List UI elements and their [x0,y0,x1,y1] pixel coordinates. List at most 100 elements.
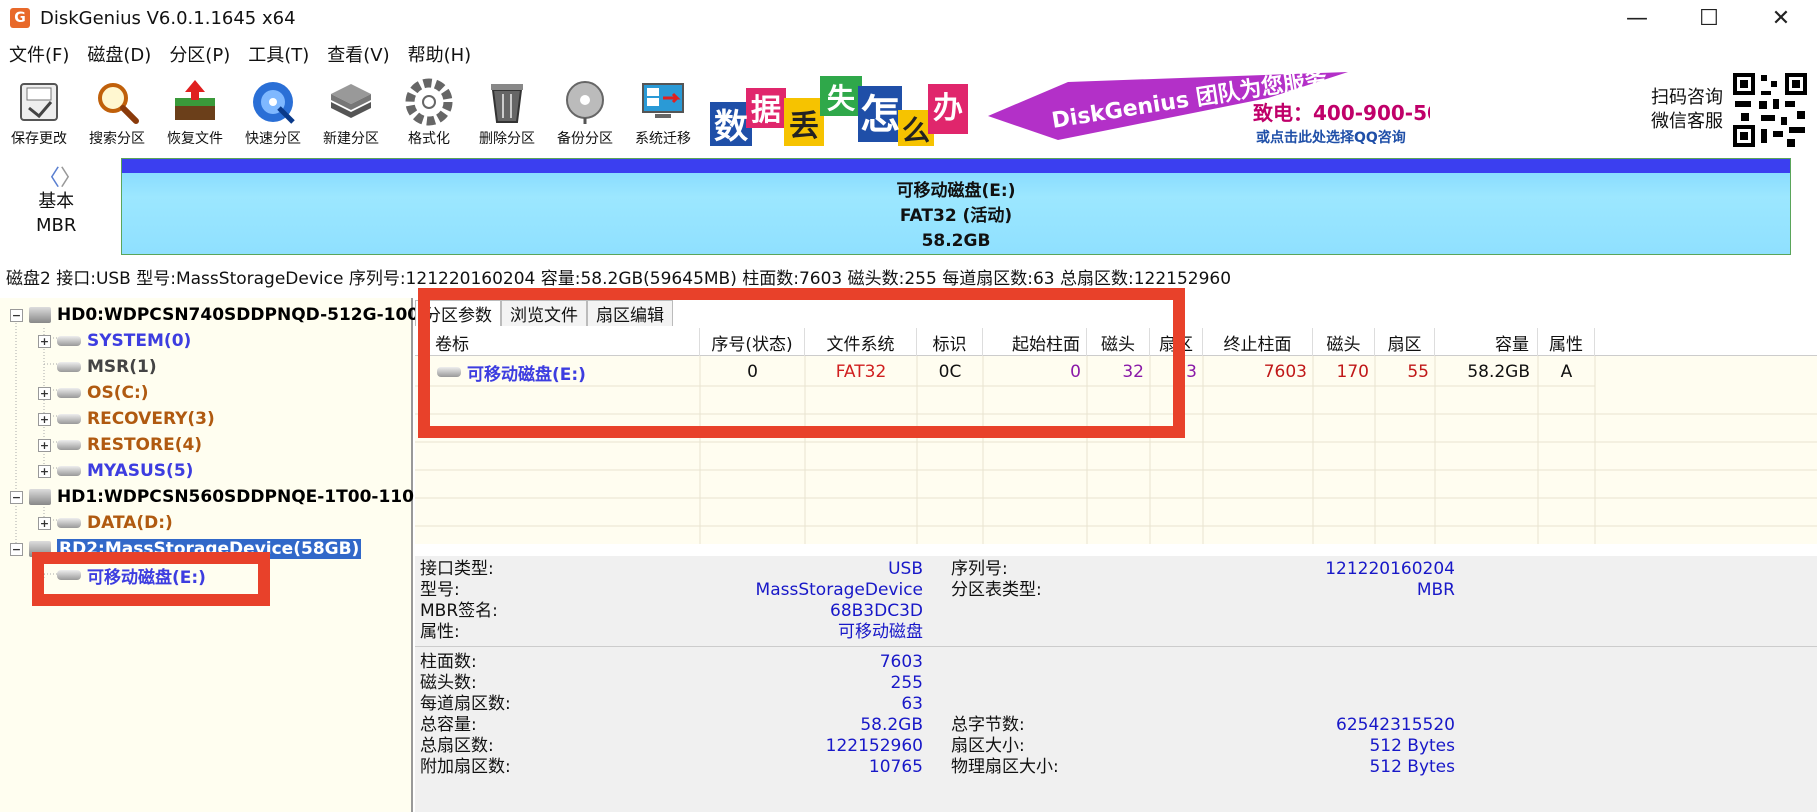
system-migration-button[interactable]: 系统迁移 [624,72,702,150]
partition-icon [57,362,81,372]
menu-view[interactable]: 查看(V) [318,41,398,67]
expand-icon[interactable]: + [38,412,51,426]
detail-label: 磁头数: [420,673,477,693]
hard-disk-icon [29,307,51,323]
col-end-cylinder[interactable]: 终止柱面 [1203,328,1313,356]
search-partition-button[interactable]: 搜索分区 [78,72,156,150]
close-button[interactable]: ✕ [1745,0,1817,36]
expand-icon[interactable]: + [38,438,51,452]
tree-disk-hd1[interactable]: − HD1:WDPCSN560SDDPNQE-1T00-1102 [10,485,426,509]
tree-partition-data[interactable]: + DATA(D:) [38,511,173,535]
detail-label: 总容量: [420,715,477,735]
tree-label: OS(C:) [87,383,149,403]
maximize-button[interactable]: ☐ [1673,0,1745,36]
expand-icon[interactable]: + [38,464,51,478]
minimize-button[interactable]: — [1601,0,1673,36]
qr-consult[interactable]: 扫码咨询 微信客服 [1651,70,1809,150]
menu-partition[interactable]: 分区(P) [160,41,239,67]
tool-label: 备份分区 [557,131,613,147]
ad-qq-link[interactable]: 或点击此处选择QQ咨询 [1256,129,1406,146]
col-end-sector[interactable]: 扇区 [1375,328,1435,356]
expand-icon[interactable]: + [38,386,51,400]
restore-files-button[interactable]: 恢复文件 [156,72,234,150]
highlight-box-tree-item [32,552,270,606]
quick-partition-icon [253,82,295,124]
tool-label: 保存更改 [11,131,67,147]
window-title: DiskGenius V6.0.1.1645 x64 [40,7,296,29]
col-end-head[interactable]: 磁头 [1313,328,1375,356]
detail-value: 122152960 [825,736,923,756]
ad-char: 失 [827,82,856,115]
expand-icon[interactable]: + [38,516,51,530]
quick-partition-button[interactable]: 快速分区 [234,72,312,150]
detail-value: 255 [890,673,923,693]
row-end-sector: 55 [1407,362,1429,382]
new-partition-icon [331,84,371,118]
partition-bar-name: 可移动磁盘(E:) [896,181,1016,201]
hard-disk-icon [29,489,51,505]
detail-label: MBR签名: [420,601,498,621]
partition-icon [57,518,81,528]
detail-label: 每道扇区数: [420,694,511,714]
detail-value: 7603 [879,652,923,672]
tree-partition-os[interactable]: + OS(C:) [38,381,149,405]
collapse-icon[interactable]: − [10,542,23,556]
col-attributes[interactable]: 属性 [1538,328,1595,356]
partition-bar[interactable]: 可移动磁盘(E:) FAT32 (活动) 58.2GB [121,158,1791,255]
col-capacity[interactable]: 容量 [1435,328,1538,356]
detail-value: USB [888,559,923,579]
collapse-icon[interactable]: − [10,490,23,504]
tree-partition-myasus[interactable]: + MYASUS(5) [38,459,193,483]
disk-type: 基本 MBR [36,190,76,238]
qr-text: 扫码咨询 微信客服 [1651,86,1723,134]
partition-icon [57,414,81,424]
expand-icon[interactable]: + [38,334,51,348]
detail-label: 属性: [420,622,460,642]
tree-label: DATA(D:) [87,513,173,533]
prev-disk-icon[interactable]: 〈 [38,166,60,191]
detail-label: 总扇区数: [420,736,494,756]
menu-disk[interactable]: 磁盘(D) [78,41,160,67]
partition-bar-text: 可移动磁盘(E:) FAT32 (活动) 58.2GB [122,179,1790,254]
tool-label: 快速分区 [245,131,301,147]
disk-map: 〈〉 基本 MBR 可移动磁盘(E:) FAT32 (活动) 58.2GB [0,152,1817,260]
tree-label: MSR(1) [87,357,157,377]
row-end-head: 170 [1336,362,1369,382]
next-disk-icon[interactable]: 〉 [60,166,82,191]
ad-banner[interactable]: 数 据 丢 失 怎 么 办 DiskGenius 团队为您服务 致电：400-9… [708,70,1430,148]
tree-disk-hd0[interactable]: − HD0:WDPCSN740SDDPNQD-512G-100 [10,303,419,327]
menu-file[interactable]: 文件(F) [0,41,78,67]
new-partition-button[interactable]: 新建分区 [312,72,390,150]
partition-icon [57,388,81,398]
detail-label: 序列号: [951,559,1008,579]
tree-partition-system[interactable]: + SYSTEM(0) [38,329,191,353]
tree-label: RESTORE(4) [87,435,203,455]
backup-partition-button[interactable]: 备份分区 [546,72,624,150]
tool-label: 搜索分区 [89,131,145,147]
tree-partition-msr[interactable]: MSR(1) [57,355,157,379]
tree-label: HD0:WDPCSN740SDDPNQD-512G-100 [57,305,420,325]
detail-value: 10765 [868,757,923,777]
detail-label: 分区表类型: [951,580,1042,600]
restore-icon [175,80,215,120]
ad-char: 怎 [860,92,900,138]
disk-type-mbr: MBR [36,215,77,236]
qr-line2: 微信客服 [1651,111,1723,132]
menu-help[interactable]: 帮助(H) [399,41,481,67]
detail-value: MBR [1416,580,1455,600]
detail-label: 柱面数: [420,652,477,672]
collapse-icon[interactable]: − [10,308,23,322]
detail-value: 58.2GB [860,715,923,735]
detail-value: MassStorageDevice [755,580,923,600]
detail-label: 总字节数: [951,715,1025,735]
tool-label: 删除分区 [479,131,535,147]
tree-partition-restore[interactable]: + RESTORE(4) [38,433,202,457]
format-icon [405,78,453,126]
format-button[interactable]: 格式化 [390,72,468,150]
menu-tools[interactable]: 工具(T) [239,41,318,67]
ad-phone: 致电：400-900-5080 [1253,101,1430,125]
save-changes-button[interactable]: 保存更改 [0,72,78,150]
tree-partition-recovery[interactable]: + RECOVERY(3) [38,407,215,431]
delete-partition-button[interactable]: 删除分区 [468,72,546,150]
tool-label: 格式化 [408,131,450,147]
